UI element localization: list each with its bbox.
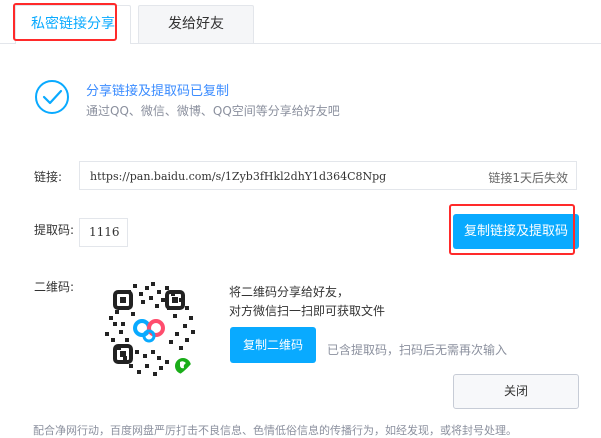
tab-send-to-friend[interactable]: 发给好友 xyxy=(138,5,254,43)
qr-code-label: 二维码: xyxy=(34,280,75,294)
highlight-box-copy-button xyxy=(449,204,575,255)
success-check-icon xyxy=(35,80,69,114)
qr-instruction-line-1: 将二维码分享给好友， xyxy=(229,285,350,299)
success-subtitle: 通过QQ、微信、微博、QQ空间等分享给好友吧 xyxy=(86,104,340,118)
close-button[interactable]: 关闭 xyxy=(453,374,579,409)
success-title: 分享链接及提取码已复制 xyxy=(86,84,230,99)
share-link-field[interactable]: https://pan.baidu.com/s/1Zyb3fHkl2dhY1d3… xyxy=(79,161,577,190)
highlight-box-tab xyxy=(13,3,117,41)
qr-code-image xyxy=(95,276,203,384)
qr-note-text: 已含提取码，扫码后无需再次输入 xyxy=(327,343,508,357)
share-link-url: https://pan.baidu.com/s/1Zyb3fHkl2dhY1d3… xyxy=(90,170,387,183)
link-label: 链接: xyxy=(34,170,63,184)
link-expiry-text: 链接1天后失效 xyxy=(488,171,568,185)
qr-instruction-line-2: 对方微信扫一扫即可获取文件 xyxy=(229,304,386,318)
extraction-code-label: 提取码: xyxy=(34,223,75,237)
copy-qr-code-button[interactable]: 复制二维码 xyxy=(230,327,316,363)
extraction-code-field[interactable]: 1116 xyxy=(79,218,128,247)
